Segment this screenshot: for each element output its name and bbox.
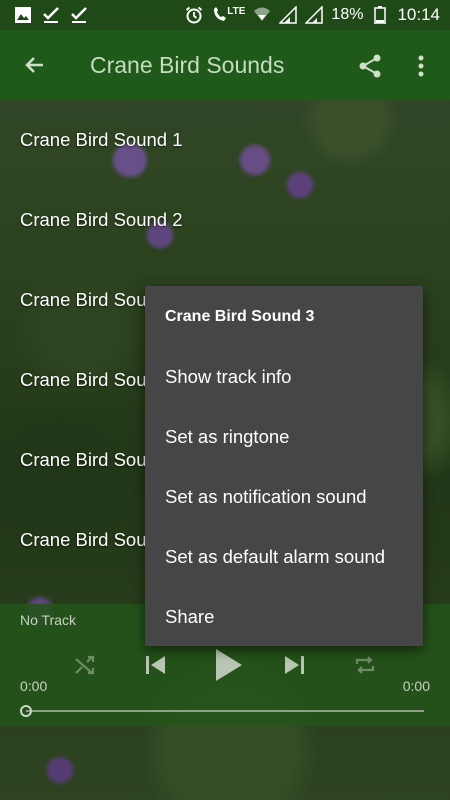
elapsed-time: 0:00: [20, 678, 48, 694]
repeat-icon[interactable]: [350, 650, 380, 680]
clock: 10:14: [397, 5, 440, 24]
menu-item-show-track-info[interactable]: Show track info: [165, 366, 291, 388]
status-bar: LTE 18% 10:14: [0, 0, 450, 30]
menu-item-set-notification[interactable]: Set as notification sound: [165, 486, 367, 508]
page-title: Crane Bird Sounds: [90, 51, 285, 78]
network-label: LTE: [227, 5, 246, 17]
check-icon: [70, 6, 88, 24]
play-icon[interactable]: [209, 646, 247, 684]
menu-title: Crane Bird Sound 3: [165, 308, 315, 325]
battery-percent: 18%: [331, 6, 364, 23]
context-menu: Crane Bird Sound 3 Show track info Set a…: [145, 286, 423, 646]
seek-thumb[interactable]: [20, 705, 32, 717]
wifi-icon: [253, 6, 271, 24]
image-icon: [14, 6, 32, 24]
check-icon: [42, 6, 60, 24]
more-vert-icon[interactable]: [406, 48, 436, 84]
share-icon[interactable]: [352, 48, 388, 84]
menu-item-set-ringtone[interactable]: Set as ringtone: [165, 426, 289, 448]
battery-icon: [371, 6, 389, 24]
app-toolbar: Crane Bird Sounds: [0, 30, 450, 100]
shuffle-icon[interactable]: [70, 650, 100, 680]
duration-time: 0:00: [402, 678, 430, 694]
track-item[interactable]: Crane Bird Sound 2: [0, 180, 450, 260]
previous-icon[interactable]: [140, 650, 170, 680]
alarm-icon: [185, 6, 203, 24]
seek-bar[interactable]: [26, 710, 424, 712]
now-playing-label: No Track: [20, 612, 77, 628]
menu-item-share[interactable]: Share: [165, 606, 214, 628]
track-item[interactable]: Crane Bird Sound 1: [0, 100, 450, 180]
back-arrow-icon[interactable]: [0, 30, 70, 100]
next-icon[interactable]: [280, 650, 310, 680]
signal-icon: [305, 6, 324, 24]
signal-icon: [279, 6, 298, 24]
menu-item-set-alarm[interactable]: Set as default alarm sound: [165, 546, 385, 568]
